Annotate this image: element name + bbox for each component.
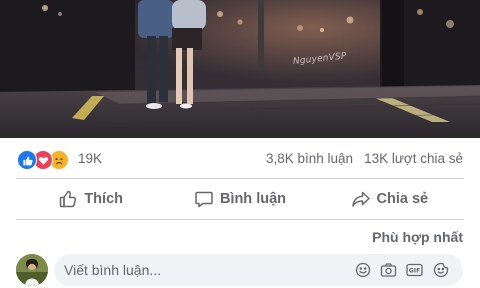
share-label: Chia sẻ [376,191,429,207]
reaction-icons[interactable] [17,150,73,170]
post-actions: Thích Bình luận Chia sẻ [16,181,464,217]
comment-button[interactable]: Bình luận [165,181,314,217]
post-card: NguyenVSP 19K 3,8K bình luận 13K lượt ch… [0,0,480,288]
composer-tools: GIF [354,261,449,278]
share-button[interactable]: Chia sẻ [315,181,464,217]
gif-icon[interactable]: GIF [406,261,423,278]
share-arrow-icon [351,189,371,209]
like-button[interactable]: Thích [16,181,165,217]
post-photo[interactable]: NguyenVSP [0,0,480,138]
street-scene-image [0,0,480,138]
reaction-count[interactable]: 19K [78,151,102,166]
thumbs-up-icon [58,189,78,209]
post-stats: 3,8K bình luận 13K lượt chia sẻ [266,151,463,166]
camera-icon[interactable] [380,261,397,278]
avatar[interactable] [16,254,48,286]
user-photo [16,254,48,286]
comment-sort-dropdown[interactable]: Phù hợp nhất [372,229,463,245]
reactions-summary: 19K 3,8K bình luận 13K lượt chia sẻ [0,140,480,178]
comment-input[interactable]: Viết bình luận... GIF [54,254,463,286]
share-count[interactable]: 13K lượt chia sẻ [364,151,463,166]
emoji-icon[interactable] [354,261,371,278]
comment-label: Bình luận [219,191,287,207]
divider [16,219,464,220]
svg-text:GIF: GIF [409,267,421,274]
divider [16,178,464,179]
like-label: Thích [84,191,123,207]
sort-label: Phù hợp nhất [372,229,463,245]
comment-placeholder: Viết bình luận... [64,262,162,278]
comment-count[interactable]: 3,8K bình luận [266,151,353,166]
sticker-icon[interactable] [432,261,449,278]
like-reaction-icon [17,150,37,170]
speech-bubble-icon [194,189,214,209]
